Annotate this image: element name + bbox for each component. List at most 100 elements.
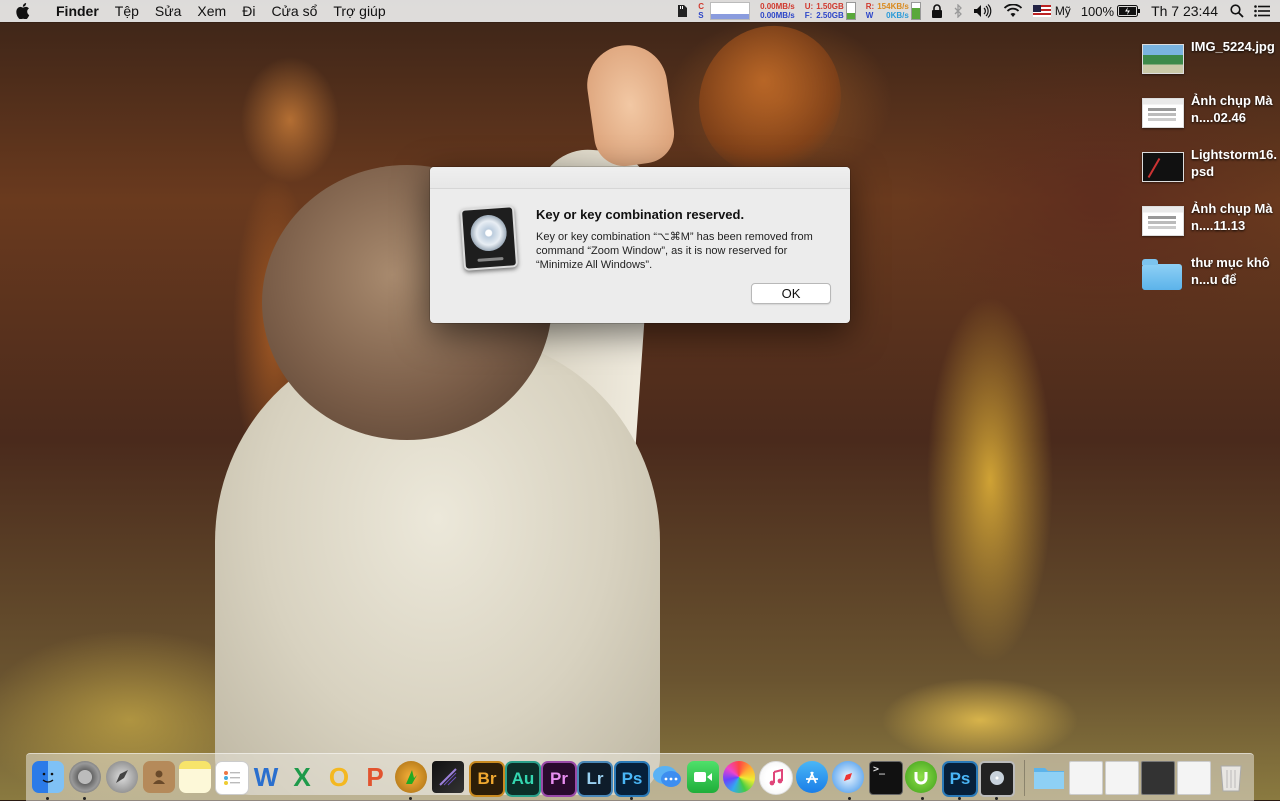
dock-contacts-icon[interactable] (143, 761, 175, 793)
notification-center-icon[interactable] (1254, 5, 1270, 17)
desktop-item-screenshot-1[interactable]: Ảnh chụp Màn....02.46 (1140, 93, 1280, 140)
dock-audition-icon[interactable]: Au (505, 761, 541, 797)
dock-separator (1024, 760, 1025, 796)
menu-view[interactable]: Xem (189, 3, 234, 19)
mem-u-label: U: (804, 2, 814, 11)
disc-slot (477, 257, 504, 262)
cpu-graph-icon (710, 2, 751, 20)
network-stats: 0.00MB/s 0.00MB/s (760, 2, 795, 20)
dock: W X O P Br Au Pr Lr Ps >_ Ps (26, 753, 1254, 801)
psd-file-icon (1142, 152, 1184, 182)
menu-clock[interactable]: Th 7 23:44 (1151, 3, 1218, 19)
dock-photoshop-icon[interactable]: Ps (614, 761, 650, 797)
battery-status[interactable]: 100% (1081, 4, 1141, 19)
dock-facetime-icon[interactable] (687, 761, 719, 793)
disk-labels: R: W (866, 2, 874, 20)
screenshot-file-icon (1142, 98, 1184, 128)
dock-downloads-folder-icon[interactable] (1033, 761, 1065, 793)
dock-final-cut-icon[interactable] (432, 761, 464, 793)
memory-labels: U: F: (805, 2, 813, 20)
desktop-item-label: thư mục khôn...u để (1191, 255, 1270, 287)
dock-utorrent-icon[interactable] (905, 761, 937, 793)
dock-powerpoint-icon[interactable]: P (359, 761, 391, 793)
status-area: CS 0.00MB/s 0.00MB/s U: F: 1.50GB 2.50GB… (676, 0, 1280, 22)
input-source[interactable]: Mỹ (1032, 4, 1071, 18)
desktop-item-label: Ảnh chụp Màn....02.46 (1191, 93, 1273, 125)
dock-app-store-icon[interactable] (796, 761, 828, 793)
mem-free: 2.50GB (816, 11, 844, 20)
sd-card-icon[interactable] (676, 4, 688, 18)
us-flag-icon (1032, 5, 1051, 17)
cpu-monitor[interactable]: CS (698, 2, 751, 20)
dock-outlook-icon[interactable]: O (323, 761, 355, 793)
ok-button[interactable]: OK (751, 283, 831, 304)
memory-bar-icon (845, 2, 856, 20)
net-up-rate: 0.00MB/s (760, 2, 795, 11)
dock-stack-psd-icon[interactable] (1141, 761, 1175, 795)
cpu-label: CS (698, 2, 705, 20)
memory-monitor[interactable]: U: F: 1.50GB 2.50GB (805, 2, 856, 20)
menu-app-finder[interactable]: Finder (48, 3, 107, 19)
dock-logic-pro-icon[interactable] (979, 761, 1015, 797)
spotlight-search-icon[interactable] (1230, 4, 1244, 18)
desktop-item-screenshot-2[interactable]: Ảnh chụp Màn....11.13 (1140, 201, 1280, 248)
mem-f-label: F: (804, 11, 813, 20)
dock-photos-icon[interactable] (723, 761, 755, 793)
folder-icon (1142, 259, 1182, 290)
disk-w-label: W (865, 11, 874, 20)
dock-messages-icon[interactable] (651, 761, 683, 793)
disk-read-rate: 154KB/s (877, 2, 909, 11)
desktop-item-lightstorm-psd[interactable]: Lightstorm16.psd (1140, 147, 1280, 194)
disc-graphic (469, 213, 508, 253)
mem-used: 1.50GB (816, 2, 844, 11)
dock-stack-documents-icon[interactable] (1069, 761, 1103, 795)
dock-reminders-icon[interactable] (215, 761, 249, 795)
disk-monitor[interactable]: R: W 154KB/s 0KB/s (866, 2, 921, 20)
dock-safari-icon[interactable] (832, 761, 864, 793)
dock-system-preferences-icon[interactable] (69, 761, 101, 793)
dock-premiere-icon[interactable]: Pr (541, 761, 577, 797)
apple-menu-icon[interactable] (16, 3, 38, 19)
image-file-icon (1142, 44, 1184, 74)
dock-notes-icon[interactable] (179, 761, 211, 793)
volume-icon[interactable] (973, 4, 993, 18)
menu-edit[interactable]: Sửa (147, 3, 190, 19)
logic-pro-app-icon (459, 205, 519, 271)
dock-fl-studio-icon[interactable] (395, 761, 427, 793)
dock-terminal-icon[interactable]: >_ (869, 761, 903, 795)
disk-write-rate: 0KB/s (886, 11, 909, 20)
battery-icon (1117, 5, 1141, 17)
memory-stats: 1.50GB 2.50GB (816, 2, 844, 20)
dock-itunes-icon[interactable] (759, 761, 793, 795)
battery-percent: 100% (1080, 3, 1115, 19)
dock-bridge-icon[interactable]: Br (469, 761, 505, 797)
dock-excel-icon[interactable]: X (286, 761, 318, 793)
dialog-titlebar[interactable] (430, 167, 850, 189)
dock-word-icon[interactable]: W (250, 761, 282, 793)
desktop-item-img5224[interactable]: IMG_5224.jpg (1140, 39, 1280, 86)
network-monitor[interactable]: 0.00MB/s 0.00MB/s (760, 2, 795, 20)
menu-help[interactable]: Trợ giúp (325, 3, 393, 19)
net-down-rate: 0.00MB/s (760, 11, 795, 20)
desktop-wallpaper (0, 0, 1280, 800)
wifi-icon[interactable] (1003, 4, 1023, 18)
dock-trash-icon[interactable] (1215, 761, 1247, 793)
dock-photoshop-2-icon[interactable]: Ps (942, 761, 978, 797)
dock-lightroom-icon[interactable]: Lr (577, 761, 613, 797)
menu-bar: Finder Tệp Sửa Xem Đi Cửa sổ Trợ giúp CS… (0, 0, 1280, 22)
lock-icon[interactable] (931, 4, 943, 18)
input-source-label: Mỹ (1054, 4, 1071, 18)
menu-go[interactable]: Đi (234, 3, 263, 19)
bluetooth-icon[interactable] (953, 4, 963, 18)
dock-launchpad-icon[interactable] (106, 761, 138, 793)
desktop-item-untitled-folder[interactable]: thư mục khôn...u để (1140, 255, 1280, 302)
menu-file[interactable]: Tệp (107, 3, 147, 19)
alert-dialog: Key or key combination reserved. Key or … (430, 167, 850, 323)
dock-stack-screenshots-icon[interactable] (1105, 761, 1139, 795)
dock-finder-icon[interactable] (32, 761, 64, 793)
dialog-title: Key or key combination reserved. (536, 207, 745, 222)
dialog-message: Key or key combination “⌥⌘M” has been re… (536, 231, 813, 271)
dock-stack-files-icon[interactable] (1177, 761, 1211, 795)
desktop-item-label: Ảnh chụp Màn....11.13 (1191, 201, 1273, 233)
menu-window[interactable]: Cửa sổ (263, 3, 325, 19)
